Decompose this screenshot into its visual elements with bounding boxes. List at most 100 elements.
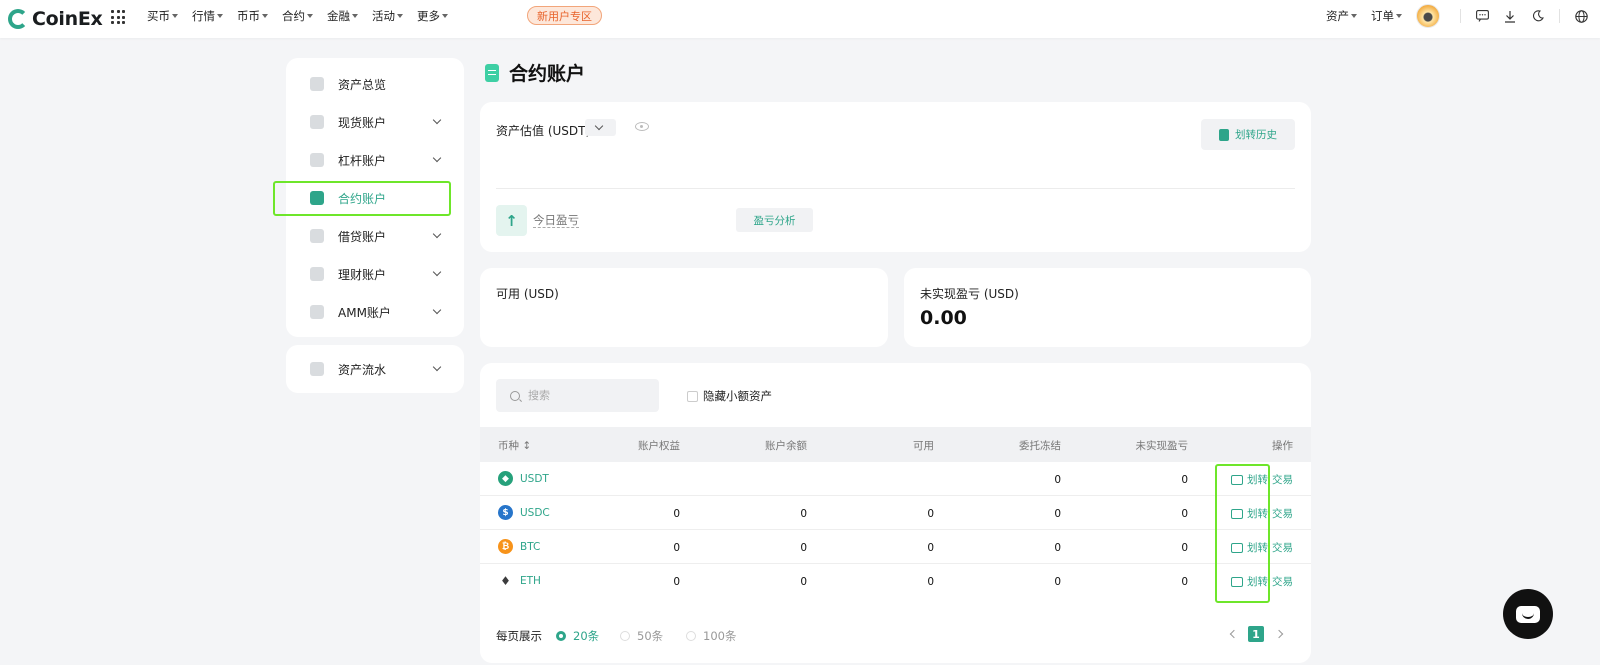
balance-cell: 0 [800, 542, 807, 554]
top-right-menu: 资产 订单 [1326, 0, 1600, 32]
usdc-coin-icon: $ [498, 505, 513, 520]
sidebar-item-label: 资产流水 [338, 362, 387, 377]
sidebar-item-label: 借贷账户 [338, 229, 387, 244]
available-label: 可用 (USD) [496, 287, 559, 301]
divider [1559, 9, 1560, 23]
trade-link[interactable]: 交易 [1272, 472, 1293, 487]
per-page-option-100[interactable]: 100条 [686, 628, 736, 644]
nav-item-markets[interactable]: 行情 [192, 8, 223, 24]
coin-cell[interactable]: ♦ ETH [498, 573, 541, 588]
caret-down-icon [262, 14, 268, 18]
frozen-cell: 0 [1054, 508, 1061, 520]
radio-button[interactable] [620, 631, 630, 641]
available-cell: 0 [927, 542, 934, 554]
sidebar-item-amm-account[interactable]: AMM账户 [286, 293, 464, 331]
search-input[interactable] [528, 389, 638, 402]
dark-mode-moon-icon[interactable] [1531, 9, 1545, 23]
today-pnl-label[interactable]: 今日盈亏 [533, 213, 579, 228]
chevron-left-icon[interactable] [1229, 629, 1239, 639]
column-header-available: 可用 [913, 440, 934, 452]
chevron-right-icon[interactable] [1274, 629, 1284, 639]
currency-dropdown[interactable] [585, 119, 616, 136]
sidebar-item-finance-account[interactable]: 理财账户 [286, 255, 464, 293]
chevron-down-icon [432, 115, 442, 125]
trade-link[interactable]: 交易 [1272, 574, 1293, 589]
per-page-option-50[interactable]: 50条 [620, 628, 663, 644]
apps-grid-icon[interactable] [111, 10, 125, 24]
nav-item-finance[interactable]: 金融 [327, 8, 358, 24]
nav-item-buy-crypto[interactable]: 买币 [147, 8, 178, 24]
sidebar-item-asset-overview[interactable]: 资产总览 [286, 65, 464, 103]
checkbox[interactable] [687, 390, 698, 402]
page-number-current[interactable]: 1 [1248, 626, 1264, 642]
sidebar-item-label: 资产总览 [338, 77, 387, 92]
balance-cell: 0 [800, 508, 807, 520]
sidebar-item-margin-account[interactable]: 杠杆账户 [286, 141, 464, 179]
eth-coin-icon: ♦ [498, 573, 513, 588]
column-header-actions: 操作 [1272, 440, 1293, 452]
radio-button[interactable] [556, 631, 566, 641]
history-icon [310, 362, 324, 376]
equity-cell: 0 [673, 542, 680, 554]
coinex-logo-icon [8, 9, 28, 29]
nav-item-more[interactable]: 更多 [417, 8, 448, 24]
frozen-cell: 0 [1054, 474, 1061, 486]
coin-cell[interactable]: ◆ USDT [498, 471, 549, 486]
message-icon[interactable] [1475, 9, 1489, 23]
support-chat-button[interactable] [1503, 589, 1553, 639]
chevron-down-icon [432, 153, 442, 163]
new-user-promo-button[interactable]: 新用户专区 [527, 6, 602, 25]
nav-item-futures[interactable]: 合约 [282, 8, 313, 24]
eye-icon[interactable] [635, 122, 649, 131]
sidebar-item-loan-account[interactable]: 借贷账户 [286, 217, 464, 255]
radio-button[interactable] [686, 631, 696, 641]
btc-coin-icon: ₿ [498, 539, 513, 554]
caret-down-icon [307, 14, 313, 18]
per-page-option-20[interactable]: 20条 [556, 628, 599, 644]
table-row: ₿ BTC 0 0 0 0 0 划转 交易 [480, 530, 1311, 564]
page-header: 合约账户 [485, 59, 585, 86]
user-avatar[interactable] [1416, 4, 1440, 28]
pnl-analysis-button[interactable]: 盈亏分析 [736, 208, 813, 232]
asset-estimate-label: 资产估值 (USDT) [496, 124, 591, 138]
table-header: 币种 ↕ 账户权益 账户余额 可用 委托冻结 未实现盈亏 操作 [480, 427, 1311, 462]
chevron-down-icon [432, 229, 442, 239]
chevron-down-icon [432, 362, 442, 372]
transfer-history-button[interactable]: 划转历史 [1201, 119, 1295, 150]
caret-down-icon [172, 14, 178, 18]
equity-cell: 0 [673, 508, 680, 520]
table-row: ◆ USDT 0 0 划转 交易 [480, 462, 1311, 496]
column-header-coin[interactable]: 币种 ↕ [498, 438, 531, 453]
unrealized-cell: 0 [1181, 576, 1188, 588]
unrealized-cell: 0 [1181, 474, 1188, 486]
orders-menu[interactable]: 订单 [1371, 8, 1402, 24]
unrealized-pnl-value: 0.00 [920, 307, 967, 329]
highlight-frame-row-actions [1215, 464, 1270, 603]
unrealized-cell: 0 [1181, 508, 1188, 520]
spot-icon [310, 115, 324, 129]
sidebar-item-spot-account[interactable]: 现货账户 [286, 103, 464, 141]
coinex-logo[interactable]: CoinEx [8, 6, 103, 32]
chevron-down-icon [432, 267, 442, 277]
usdt-coin-icon: ◆ [498, 471, 513, 486]
hide-small-assets-toggle[interactable]: 隐藏小额资产 [687, 388, 772, 404]
coin-cell[interactable]: ₿ BTC [498, 539, 540, 554]
balance-cell: 0 [800, 576, 807, 588]
caret-down-icon [1351, 14, 1357, 18]
sidebar-item-asset-history[interactable]: 资产流水 [286, 345, 464, 393]
nav-item-activities[interactable]: 活动 [372, 8, 403, 24]
assets-menu[interactable]: 资产 [1326, 8, 1357, 24]
globe-language-icon[interactable] [1574, 9, 1588, 23]
sidebar-item-label: 现货账户 [338, 115, 387, 130]
caret-down-icon [442, 14, 448, 18]
nav-item-spot[interactable]: 币币 [237, 8, 268, 24]
futures-account-icon [485, 63, 499, 82]
trade-link[interactable]: 交易 [1272, 506, 1293, 521]
coin-cell[interactable]: $ USDC [498, 505, 550, 520]
trade-link[interactable]: 交易 [1272, 540, 1293, 555]
column-header-balance: 账户余额 [765, 440, 807, 452]
download-icon[interactable] [1503, 9, 1517, 23]
chevron-down-icon [432, 305, 442, 315]
asset-estimate-card: 资产估值 (USDT) 划转历史 ↑ 今日盈亏 盈亏分析 [480, 102, 1311, 252]
caret-down-icon [352, 14, 358, 18]
